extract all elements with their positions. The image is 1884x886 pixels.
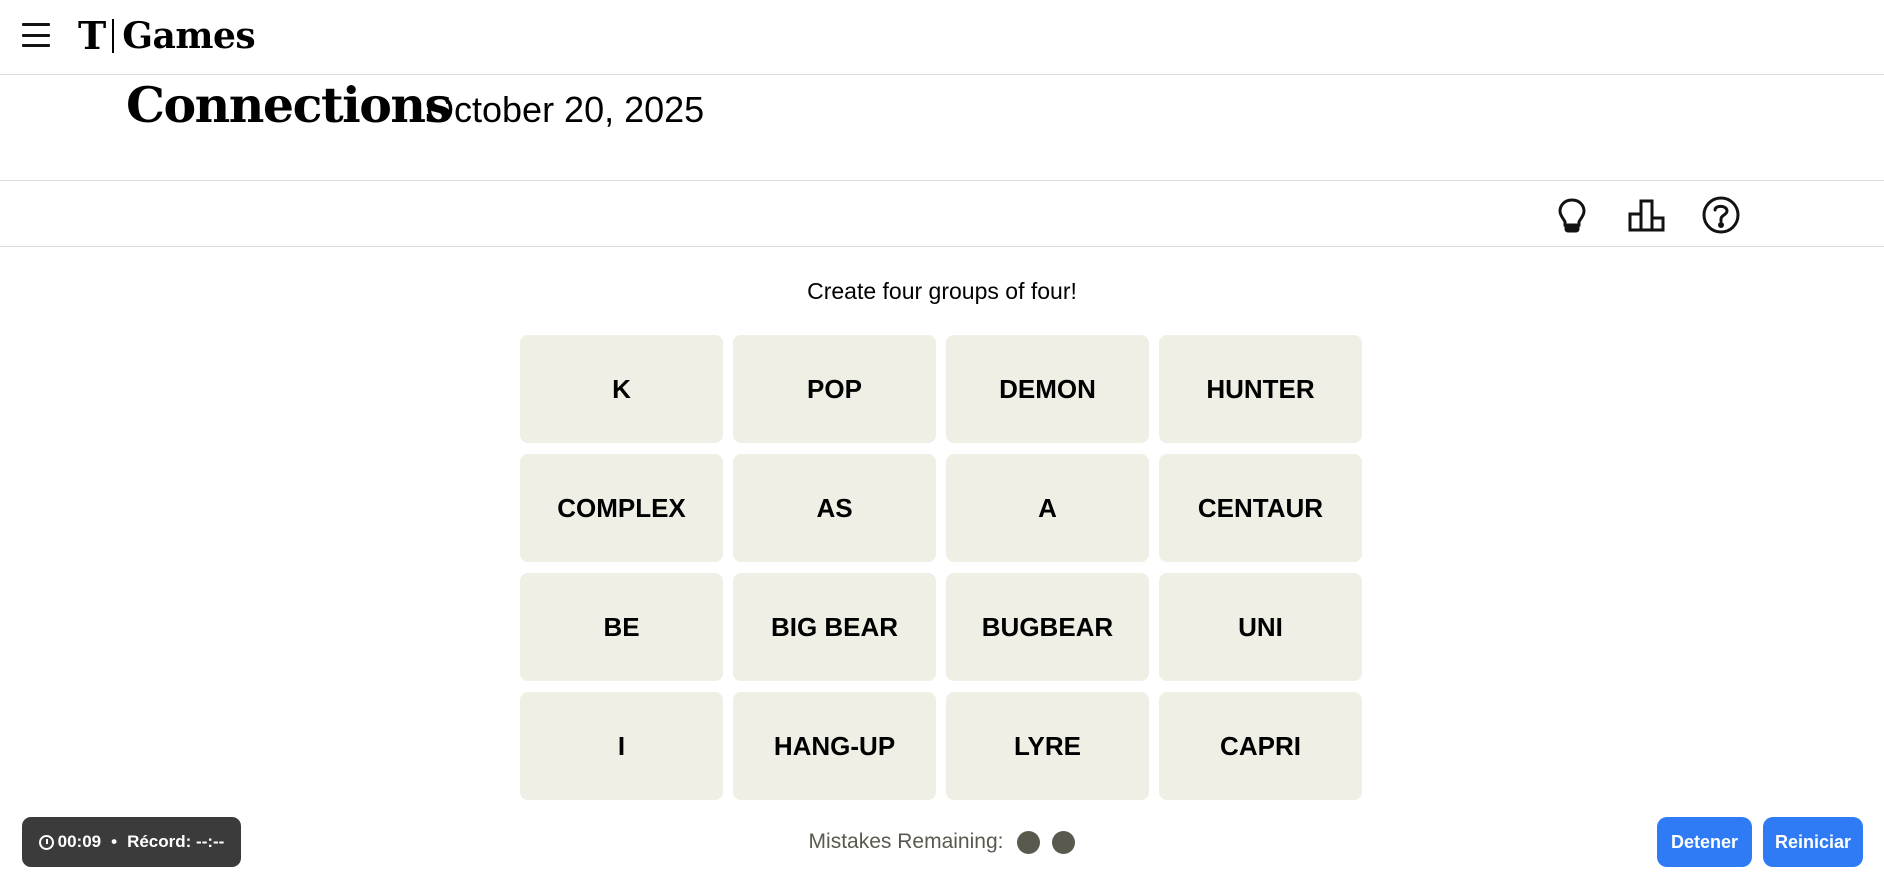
word-tile[interactable]: BE <box>520 573 723 681</box>
puzzle-date: October 20, 2025 <box>426 89 705 130</box>
word-tile[interactable]: K <box>520 335 723 443</box>
word-tile[interactable]: A <box>946 454 1149 562</box>
record-time: Récord: --:-- <box>127 832 225 851</box>
timer-badge: 00:09 • Récord: --:-- <box>22 817 241 867</box>
word-tile[interactable]: HUNTER <box>1159 335 1362 443</box>
elapsed-time: 00:09 <box>57 832 102 851</box>
word-tile[interactable]: BUGBEAR <box>946 573 1149 681</box>
word-grid: K POP DEMON HUNTER COMPLEX AS A CENTAUR … <box>520 335 1365 800</box>
mistake-dots <box>1017 830 1076 854</box>
word-tile[interactable]: LYRE <box>946 692 1149 800</box>
nyt-t-logo-icon: T <box>78 13 107 58</box>
hamburger-menu-icon[interactable] <box>22 21 52 49</box>
lightbulb-icon[interactable] <box>1551 194 1593 236</box>
mistake-dot <box>1017 830 1041 854</box>
word-tile[interactable]: CENTAUR <box>1159 454 1362 562</box>
word-tile[interactable]: AS <box>733 454 936 562</box>
nyt-games-logo[interactable]: T Games <box>78 13 256 58</box>
word-tile[interactable]: POP <box>733 335 936 443</box>
word-tile[interactable]: I <box>520 692 723 800</box>
word-tile[interactable]: COMPLEX <box>520 454 723 562</box>
game-title: Connections <box>126 76 452 134</box>
stop-button[interactable]: Detener <box>1657 817 1752 867</box>
restart-button[interactable]: Reiniciar <box>1763 817 1863 867</box>
mistakes-label: Mistakes Remaining: <box>808 830 1004 853</box>
games-wordmark: Games <box>122 15 256 57</box>
leaderboard-icon[interactable] <box>1626 194 1668 236</box>
timer-separator: • <box>111 832 118 851</box>
word-tile[interactable]: CAPRI <box>1159 692 1362 800</box>
word-tile[interactable]: UNI <box>1159 573 1362 681</box>
mistake-dot <box>1052 830 1076 854</box>
top-nav-bar: T Games <box>0 0 1884 75</box>
instruction-text: Create four groups of four! <box>807 278 1077 304</box>
word-tile[interactable]: DEMON <box>946 335 1149 443</box>
mistakes-remaining: Mistakes Remaining: <box>0 826 1884 858</box>
word-tile[interactable]: BIG BEAR <box>733 573 936 681</box>
word-tile[interactable]: HANG-UP <box>733 692 936 800</box>
logo-divider <box>112 19 115 53</box>
title-bar: Connections October 20, 2025 <box>0 75 1884 181</box>
stopwatch-icon <box>38 834 54 850</box>
help-icon[interactable] <box>1700 194 1742 236</box>
game-toolbar <box>0 181 1884 247</box>
